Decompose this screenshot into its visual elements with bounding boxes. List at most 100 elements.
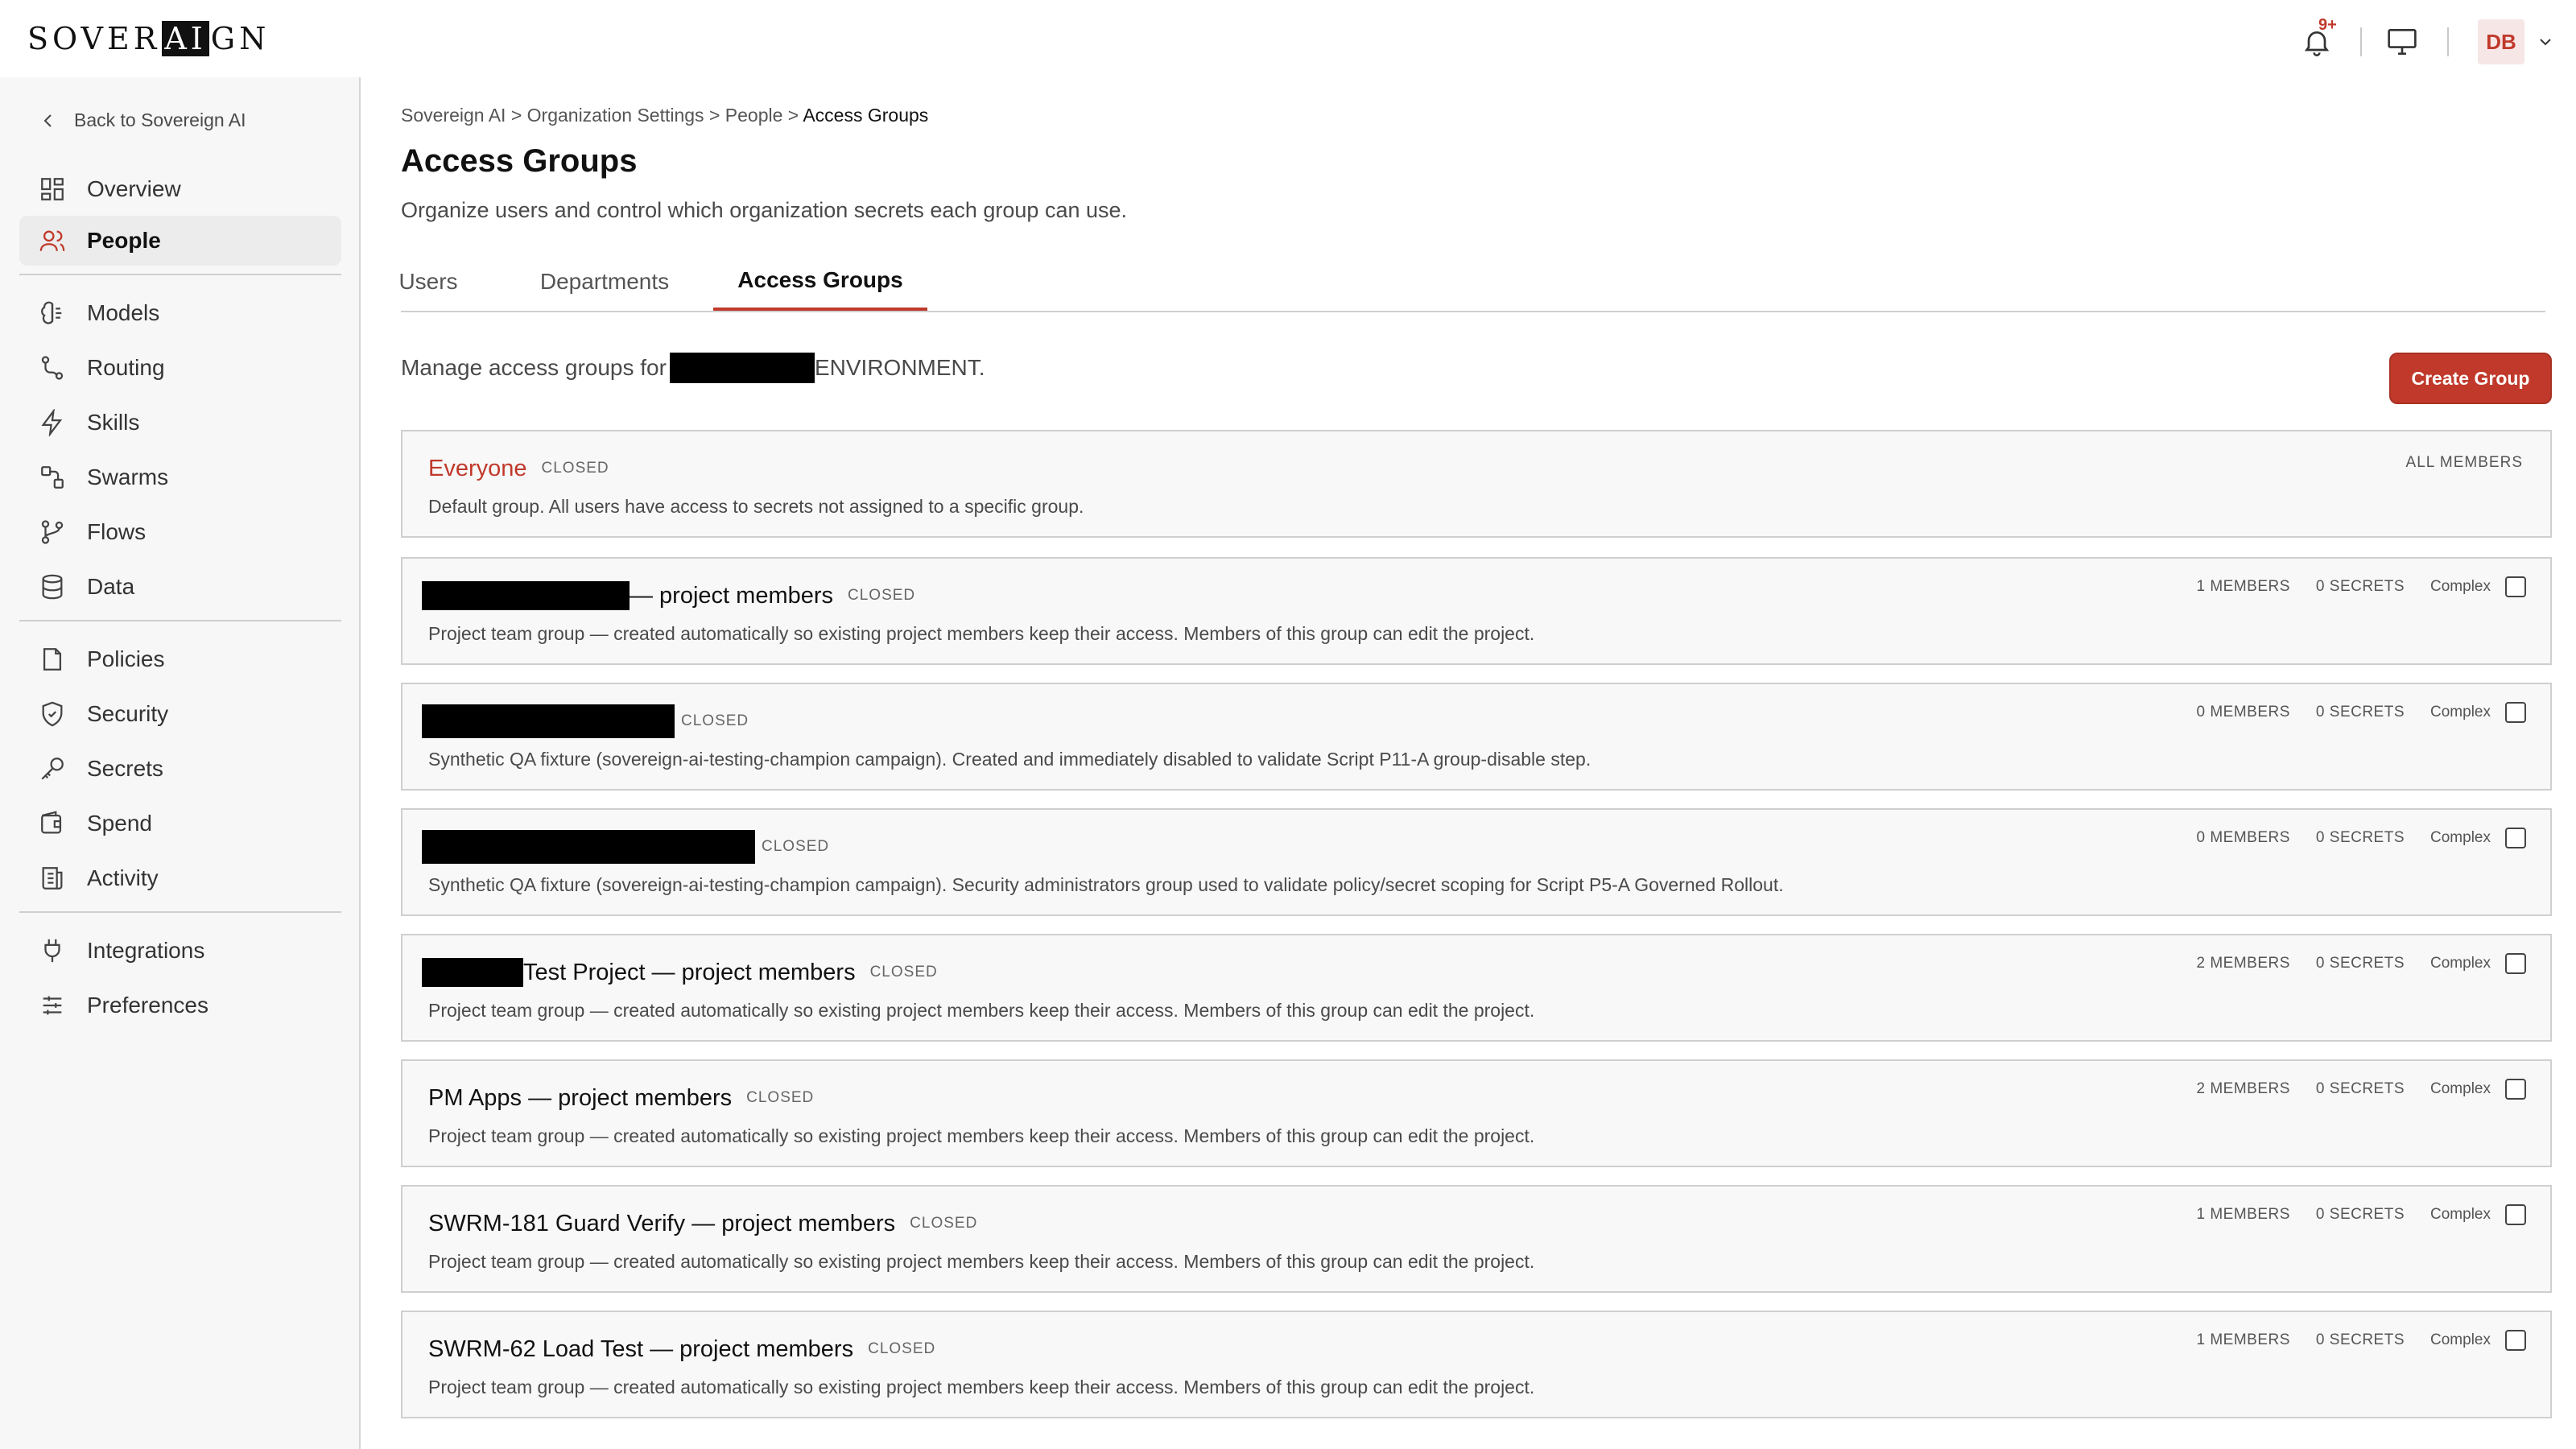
group-header: SWRM-181 Guard Verify — project members … (428, 1208, 977, 1240)
group-header: Test Project — project members CLOSED (422, 956, 938, 989)
sidebar-item-flows[interactable]: Flows (19, 507, 341, 557)
top-bar: SOVER AI GN 9+ DB (0, 0, 2576, 77)
group-stats: 1 MEMBERS 0 SECRETS Complex (2171, 1330, 2526, 1351)
sidebar-item-policies[interactable]: Policies (19, 634, 341, 684)
back-link[interactable]: Back to Sovereign AI (39, 109, 246, 131)
manage-suffix: ENVIRONMENT. (814, 355, 985, 380)
group-secrets-count: 0 SECRETS (2315, 829, 2405, 846)
breadcrumb-separator: > (787, 105, 799, 126)
breadcrumb-item[interactable]: Organization Settings (527, 105, 704, 126)
group-secrets-count: 0 SECRETS (2315, 704, 2405, 720)
sovereign-logo[interactable]: SOVER AI GN (27, 21, 270, 56)
sidebar-item-label: Models (87, 300, 160, 325)
group-name[interactable]: SWRM-62 Load Test — project members (428, 1336, 853, 1363)
group-members-count: 2 MEMBERS (2196, 955, 2290, 972)
sidebar-item-activity[interactable]: Activity (19, 853, 341, 903)
chevron-down-icon[interactable] (2536, 32, 2555, 52)
group-name[interactable]: — project members (630, 583, 833, 609)
group-members-count: 1 MEMBERS (2196, 1206, 2290, 1223)
tab-bar: Users Departments Access Groups (398, 253, 2545, 312)
group-name[interactable]: PM Apps — project members (428, 1085, 732, 1112)
group-card[interactable]: SWRM-181 Guard Verify — project members … (401, 1185, 2552, 1293)
complex-label: Complex (2430, 955, 2491, 972)
group-card[interactable]: CLOSED Synthetic QA fixture (sovereign-a… (401, 683, 2552, 791)
group-card[interactable]: — project members CLOSED Project team gr… (401, 557, 2552, 665)
group-header: — project members CLOSED (422, 580, 915, 612)
group-name[interactable]: Everyone (428, 456, 527, 482)
breadcrumb-separator: > (510, 105, 522, 126)
logo-text-highlight: AI (162, 21, 209, 56)
complex-checkbox[interactable] (2505, 953, 2526, 974)
redacted-name (422, 704, 675, 738)
users-icon (39, 230, 65, 251)
group-name[interactable]: Test Project — project members (523, 960, 856, 986)
complex-label: Complex (2430, 1206, 2491, 1223)
breadcrumb-item[interactable]: People (725, 105, 783, 126)
group-description: Project team group — created automatical… (428, 1377, 1535, 1397)
brain-icon (41, 301, 62, 324)
group-card[interactable]: SWRM-62 Load Test — project members CLOS… (401, 1311, 2552, 1418)
create-group-button[interactable]: Create Group (2389, 353, 2552, 404)
sidebar-item-label: Routing (87, 355, 165, 380)
sidebar-divider (19, 620, 341, 621)
sidebar-item-preferences[interactable]: Preferences (19, 980, 341, 1030)
group-header: CLOSED (422, 704, 749, 738)
sidebar-item-label: Spend (87, 811, 152, 836)
complex-checkbox[interactable] (2505, 702, 2526, 723)
route-icon (41, 356, 64, 380)
sidebar-item-label: Integrations (87, 938, 205, 963)
tab-access-groups[interactable]: Access Groups (713, 253, 927, 311)
complex-checkbox[interactable] (2505, 1330, 2526, 1351)
group-members-count: 2 MEMBERS (2196, 1080, 2290, 1097)
group-card-everyone[interactable]: Everyone CLOSED Default group. All users… (401, 430, 2552, 538)
sidebar: Back to Sovereign AI Overview People Mod… (0, 77, 361, 1449)
complex-label: Complex (2430, 1080, 2491, 1097)
group-status: CLOSED (868, 1340, 936, 1357)
chevron-left-icon (43, 114, 52, 127)
redacted-name (422, 830, 755, 864)
sidebar-item-models[interactable]: Models (19, 288, 341, 338)
complex-checkbox[interactable] (2505, 576, 2526, 597)
group-secrets-count: 0 SECRETS (2315, 1331, 2405, 1348)
sidebar-item-secrets[interactable]: Secrets (19, 744, 341, 794)
sidebar-item-overview[interactable]: Overview (19, 164, 341, 214)
group-name[interactable]: SWRM-181 Guard Verify — project members (428, 1211, 895, 1237)
complex-checkbox[interactable] (2505, 828, 2526, 848)
main-content: Sovereign AI > Organization Settings > P… (398, 77, 2552, 1449)
group-secrets-count: 0 SECRETS (2315, 955, 2405, 972)
group-card[interactable]: PM Apps — project members CLOSED Project… (401, 1059, 2552, 1167)
tab-departments[interactable]: Departments (522, 253, 687, 311)
group-stats: 2 MEMBERS 0 SECRETS Complex (2171, 1079, 2526, 1100)
breadcrumb-item[interactable]: Sovereign AI (401, 105, 506, 126)
sidebar-item-people[interactable]: People (19, 216, 341, 266)
monitor-icon[interactable] (2386, 27, 2418, 56)
user-avatar[interactable]: DB (2478, 19, 2524, 64)
sidebar-item-label: Flows (87, 519, 147, 544)
sidebar-item-label: Activity (87, 865, 159, 890)
group-header: CLOSED (422, 830, 829, 864)
group-description: Synthetic QA fixture (sovereign-ai-testi… (428, 749, 1591, 770)
group-card[interactable]: CLOSED Synthetic QA fixture (sovereign-a… (401, 808, 2552, 916)
redacted-name (422, 581, 630, 610)
complex-checkbox[interactable] (2505, 1079, 2526, 1100)
breadcrumb-current: Access Groups (803, 105, 929, 126)
database-icon (42, 574, 63, 600)
complex-checkbox[interactable] (2505, 1204, 2526, 1225)
document-icon (43, 648, 62, 671)
tab-users[interactable]: Users (398, 253, 457, 311)
group-description: Project team group — created automatical… (428, 1251, 1535, 1272)
group-stats: 2 MEMBERS 0 SECRETS Complex (2171, 953, 2526, 974)
sidebar-item-skills[interactable]: Skills (19, 398, 341, 448)
sidebar-item-routing[interactable]: Routing (19, 343, 341, 393)
lightning-icon (41, 409, 63, 436)
sidebar-item-security[interactable]: Security (19, 689, 341, 739)
sidebar-item-integrations[interactable]: Integrations (19, 926, 341, 976)
sidebar-item-swarms[interactable]: Swarms (19, 452, 341, 502)
notification-badge: 9+ (2318, 16, 2337, 34)
group-card[interactable]: Test Project — project members CLOSED Pr… (401, 934, 2552, 1042)
sidebar-item-data[interactable]: Data (19, 562, 341, 612)
group-header: PM Apps — project members CLOSED (428, 1082, 814, 1114)
sidebar-item-spend[interactable]: Spend (19, 799, 341, 848)
page-description: Organize users and control which organiz… (401, 198, 1128, 222)
group-members-count: 0 MEMBERS (2196, 704, 2290, 720)
